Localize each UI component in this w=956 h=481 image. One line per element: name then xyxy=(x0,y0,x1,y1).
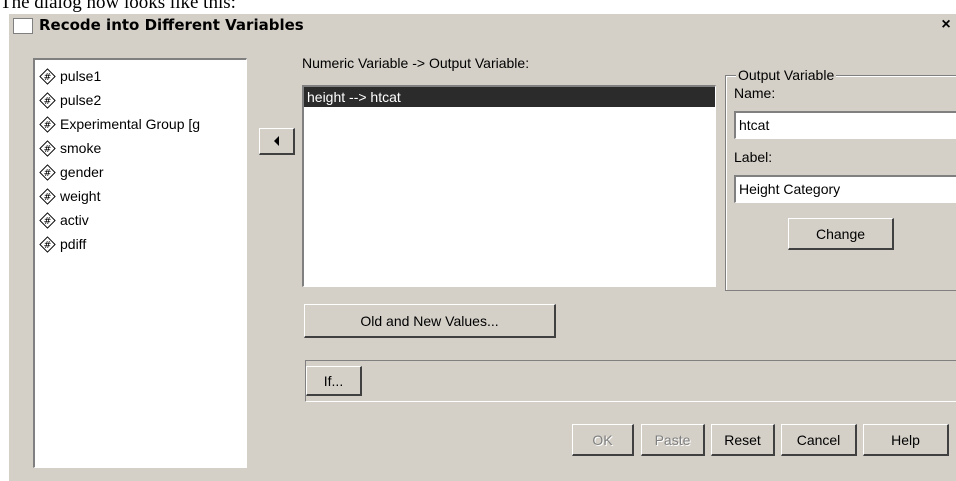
numeric-variable-icon: # xyxy=(39,235,56,253)
variable-label: weight xyxy=(60,188,101,204)
numeric-variable-icon: # xyxy=(39,211,56,229)
variable-label: Experimental Group [g xyxy=(60,116,201,132)
variable-item[interactable]: # activ xyxy=(39,208,246,232)
variable-item[interactable]: # smoke xyxy=(39,136,246,160)
numeric-output-list[interactable]: height --> htcat xyxy=(302,85,716,287)
numeric-variable-icon: # xyxy=(39,67,56,85)
name-field[interactable]: htcat xyxy=(734,111,956,139)
move-variable-button[interactable] xyxy=(259,128,295,155)
numeric-output-heading: Numeric Variable -> Output Variable: xyxy=(302,55,530,71)
svg-text:#: # xyxy=(44,215,52,226)
variable-item[interactable]: # pulse2 xyxy=(39,88,246,112)
variable-label: smoke xyxy=(60,140,102,156)
help-button[interactable]: Help xyxy=(863,424,949,456)
output-variable-group: Output Variable Name: htcat Label: Heigh… xyxy=(725,67,956,291)
title-bar[interactable]: Recode into Different Variables × xyxy=(9,14,956,38)
window-icon xyxy=(13,18,33,34)
variable-item[interactable]: # pdiff xyxy=(39,232,246,256)
svg-text:#: # xyxy=(44,143,52,154)
variable-label: pulse2 xyxy=(60,92,102,108)
variable-label: pdiff xyxy=(60,236,87,252)
numeric-variable-icon: # xyxy=(39,163,56,181)
variable-label: activ xyxy=(60,212,89,228)
cancel-button[interactable]: Cancel xyxy=(781,424,857,456)
recode-dialog: Recode into Different Variables × # pulse… xyxy=(8,13,956,481)
numeric-variable-icon: # xyxy=(39,91,56,109)
close-icon[interactable]: × xyxy=(938,17,954,33)
variable-label: pulse1 xyxy=(60,68,102,84)
numeric-variable-icon: # xyxy=(39,115,56,133)
paste-button[interactable]: Paste xyxy=(641,424,705,456)
variable-item[interactable]: # Experimental Group [g xyxy=(39,112,246,136)
variable-item[interactable]: # weight xyxy=(39,184,246,208)
svg-text:#: # xyxy=(44,119,52,130)
label-label: Label: xyxy=(734,149,773,165)
left-arrow-icon xyxy=(274,136,279,146)
svg-text:#: # xyxy=(44,71,52,82)
reset-button[interactable]: Reset xyxy=(711,424,775,456)
ok-button[interactable]: OK xyxy=(572,424,634,456)
list-item[interactable]: height --> htcat xyxy=(304,87,715,107)
svg-text:#: # xyxy=(44,191,52,202)
numeric-variable-icon: # xyxy=(39,187,56,205)
change-button[interactable]: Change xyxy=(788,218,894,250)
label-field[interactable]: Height Category xyxy=(734,175,956,203)
window-title: Recode into Different Variables xyxy=(39,16,304,34)
variable-label: gender xyxy=(60,164,104,180)
svg-text:#: # xyxy=(44,167,52,178)
if-button[interactable]: If... xyxy=(306,366,362,396)
variable-item[interactable]: # pulse1 xyxy=(39,64,246,88)
numeric-variable-icon: # xyxy=(39,139,56,157)
old-new-values-button[interactable]: Old and New Values... xyxy=(304,304,556,338)
source-variable-list[interactable]: # pulse1 # pulse2 # Experimental Group [g # smo… xyxy=(33,58,247,468)
group-title: Output Variable xyxy=(736,67,837,83)
svg-text:#: # xyxy=(44,95,52,106)
document-caption: The dialog now looks like this: xyxy=(0,0,236,13)
if-panel xyxy=(305,360,956,402)
variable-item[interactable]: # gender xyxy=(39,160,246,184)
svg-text:#: # xyxy=(44,239,52,250)
name-label: Name: xyxy=(734,85,776,101)
